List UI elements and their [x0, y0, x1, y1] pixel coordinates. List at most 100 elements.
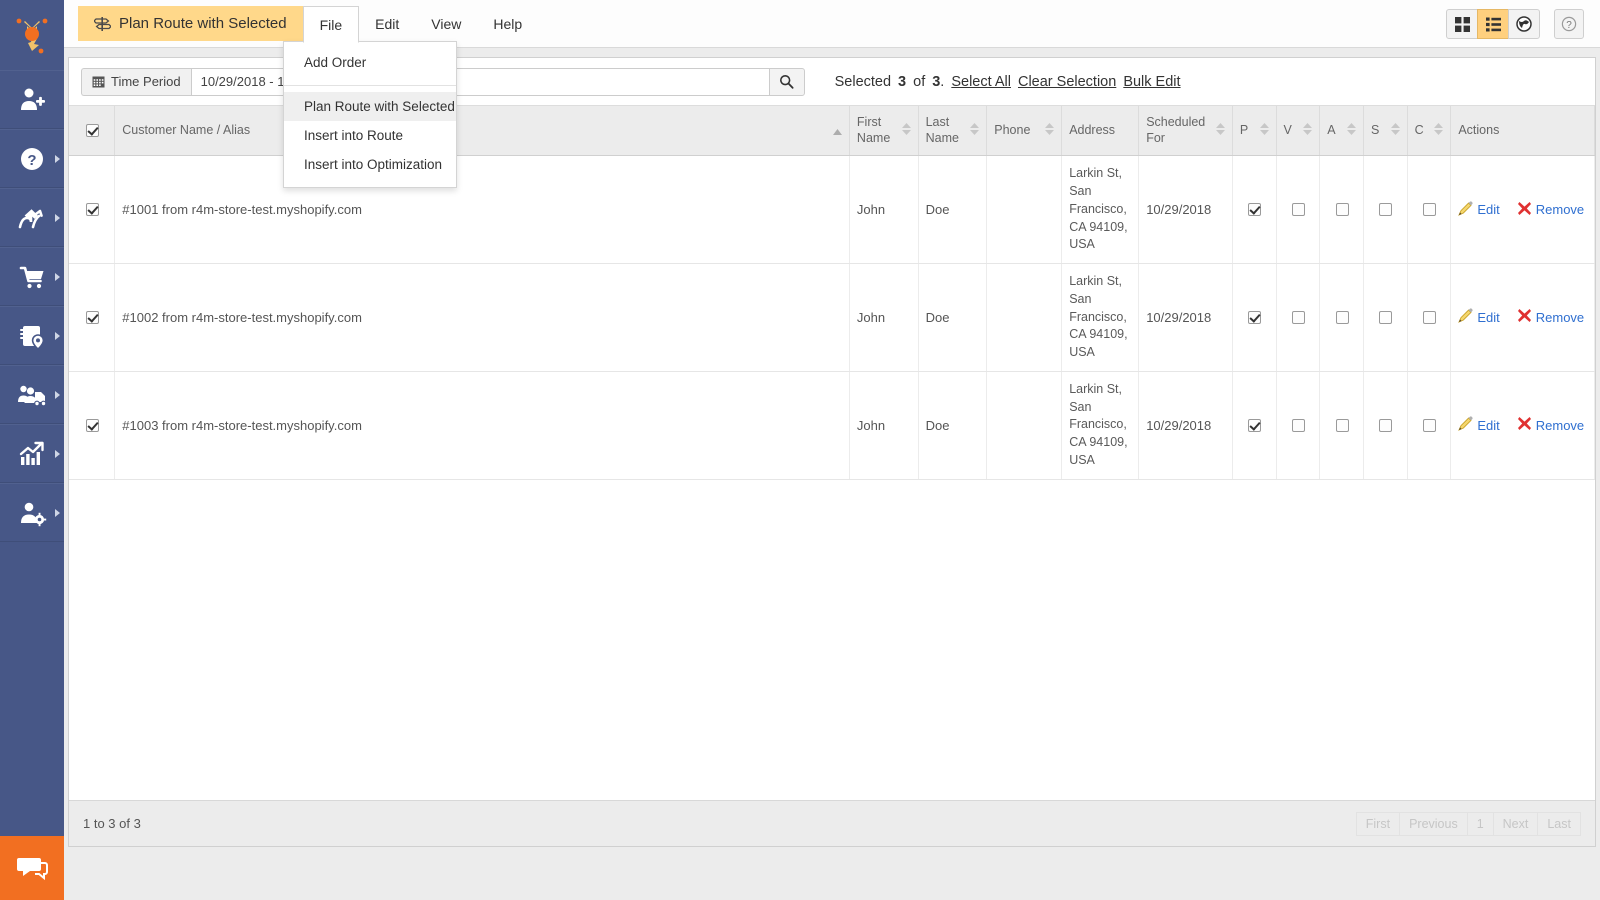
sidebar-item-account-settings[interactable]: [0, 483, 64, 542]
select-all-checkbox[interactable]: [85, 124, 99, 138]
help-button[interactable]: ?: [1554, 9, 1584, 39]
column-header-p[interactable]: P: [1232, 106, 1277, 157]
pagination-previous[interactable]: Previous: [1399, 811, 1467, 836]
sidebar-item-drivers[interactable]: [0, 365, 64, 424]
menu-help[interactable]: Help: [477, 6, 538, 42]
cell-s[interactable]: [1363, 371, 1408, 480]
cell-c[interactable]: [1407, 371, 1452, 480]
s-checkbox[interactable]: [1379, 310, 1393, 324]
cell-a[interactable]: [1319, 371, 1364, 480]
cell-c[interactable]: [1407, 263, 1452, 372]
sort-toggle-icon[interactable]: [1045, 123, 1055, 138]
remove-link[interactable]: Remove: [1536, 202, 1584, 217]
sidebar-item-address-book[interactable]: [0, 306, 64, 365]
cell-p[interactable]: [1232, 263, 1277, 372]
cell-p[interactable]: [1232, 371, 1277, 480]
cell-v[interactable]: [1276, 371, 1321, 480]
edit-link[interactable]: Edit: [1477, 310, 1499, 325]
pagination-first[interactable]: First: [1355, 811, 1400, 836]
column-header-address[interactable]: Address: [1061, 106, 1140, 157]
a-checkbox[interactable]: [1335, 310, 1349, 324]
c-checkbox[interactable]: [1422, 418, 1436, 432]
clear-selection-link[interactable]: Clear Selection: [1018, 74, 1116, 90]
list-view-button[interactable]: [1477, 9, 1509, 39]
cell-s[interactable]: [1363, 155, 1408, 264]
select-all-link[interactable]: Select All: [951, 74, 1011, 90]
sidebar-item-add-customer[interactable]: [0, 70, 64, 129]
table-row[interactable]: #1003 from r4m-store-test.myshopify.com J…: [69, 371, 1595, 480]
pagination-next[interactable]: Next: [1492, 811, 1538, 836]
search-button[interactable]: [768, 67, 805, 96]
sort-toggle-icon[interactable]: [1390, 123, 1400, 138]
row-select-cell[interactable]: [69, 263, 116, 372]
s-checkbox[interactable]: [1379, 203, 1393, 217]
menu-item-insert-into-optimization[interactable]: Insert into Optimization: [284, 150, 456, 179]
column-header-a[interactable]: A: [1319, 106, 1364, 157]
sort-toggle-icon[interactable]: [970, 123, 980, 138]
v-checkbox[interactable]: [1291, 418, 1305, 432]
map-view-button[interactable]: [1508, 9, 1540, 39]
sort-toggle-icon[interactable]: [1303, 123, 1313, 138]
column-header-c[interactable]: C: [1407, 106, 1452, 157]
a-checkbox[interactable]: [1335, 203, 1349, 217]
menu-edit[interactable]: Edit: [359, 6, 415, 42]
remove-link[interactable]: Remove: [1536, 418, 1584, 433]
column-header-scheduled-for[interactable]: Scheduled For: [1138, 106, 1233, 157]
cell-p[interactable]: [1232, 155, 1277, 264]
time-period-label-button[interactable]: Time Period: [81, 67, 191, 96]
menu-item-add-order[interactable]: Add Order: [284, 48, 456, 77]
c-checkbox[interactable]: [1422, 203, 1436, 217]
sort-toggle-icon[interactable]: [1215, 123, 1225, 138]
row-select-cell[interactable]: [69, 371, 116, 480]
row-select-checkbox[interactable]: [85, 310, 99, 324]
cell-c[interactable]: [1407, 155, 1452, 264]
column-label-scheduled-for: Scheduled For: [1146, 115, 1206, 145]
app-logo[interactable]: [0, 0, 64, 70]
plan-route-with-selected-button[interactable]: Plan Route with Selected: [78, 6, 303, 41]
remove-link[interactable]: Remove: [1536, 310, 1584, 325]
select-all-header-cell[interactable]: [69, 106, 116, 157]
sort-toggle-icon[interactable]: [1434, 123, 1444, 138]
sidebar-item-help[interactable]: ?: [0, 129, 64, 188]
bulk-edit-link[interactable]: Bulk Edit: [1123, 74, 1180, 90]
sidebar-item-analytics[interactable]: [0, 424, 64, 483]
edit-link[interactable]: Edit: [1477, 202, 1499, 217]
v-checkbox[interactable]: [1291, 310, 1305, 324]
a-checkbox[interactable]: [1335, 418, 1349, 432]
sidebar-item-orders[interactable]: [0, 247, 64, 306]
menu-view[interactable]: View: [415, 6, 477, 42]
edit-link[interactable]: Edit: [1477, 418, 1499, 433]
cell-s[interactable]: [1363, 263, 1408, 372]
sort-toggle-icon[interactable]: [1259, 123, 1269, 138]
row-select-cell[interactable]: [69, 155, 116, 264]
chat-support-button[interactable]: [0, 836, 64, 900]
p-checkbox[interactable]: [1248, 418, 1262, 432]
p-checkbox[interactable]: [1248, 310, 1262, 324]
sort-toggle-icon[interactable]: [901, 123, 911, 138]
sort-toggle-icon[interactable]: [1346, 123, 1356, 138]
p-checkbox[interactable]: [1248, 203, 1262, 217]
cell-a[interactable]: [1319, 263, 1364, 372]
column-header-last-name[interactable]: Last Name: [918, 106, 988, 157]
column-header-first-name[interactable]: First Name: [849, 106, 919, 157]
grid-view-button[interactable]: [1446, 9, 1478, 39]
cell-v[interactable]: [1276, 263, 1321, 372]
menu-item-insert-into-route[interactable]: Insert into Route: [284, 121, 456, 150]
table-row[interactable]: #1002 from r4m-store-test.myshopify.com J…: [69, 263, 1595, 372]
menu-file[interactable]: File: [302, 6, 360, 43]
sidebar-item-routes[interactable]: [0, 188, 64, 247]
pagination-last[interactable]: Last: [1537, 811, 1581, 836]
v-checkbox[interactable]: [1291, 203, 1305, 217]
cell-a[interactable]: [1319, 155, 1364, 264]
pagination-page-1[interactable]: 1: [1466, 811, 1493, 836]
s-checkbox[interactable]: [1379, 418, 1393, 432]
column-header-v[interactable]: V: [1276, 106, 1321, 157]
cell-v[interactable]: [1276, 155, 1321, 264]
column-header-customer-name[interactable]: Customer Name / Alias: [114, 106, 850, 157]
column-header-phone[interactable]: Phone: [986, 106, 1063, 157]
menu-item-plan-route-with-selected[interactable]: Plan Route with Selected: [284, 92, 456, 121]
column-header-s[interactable]: S: [1363, 106, 1408, 157]
row-select-checkbox[interactable]: [85, 418, 99, 432]
row-select-checkbox[interactable]: [85, 203, 99, 217]
c-checkbox[interactable]: [1422, 310, 1436, 324]
